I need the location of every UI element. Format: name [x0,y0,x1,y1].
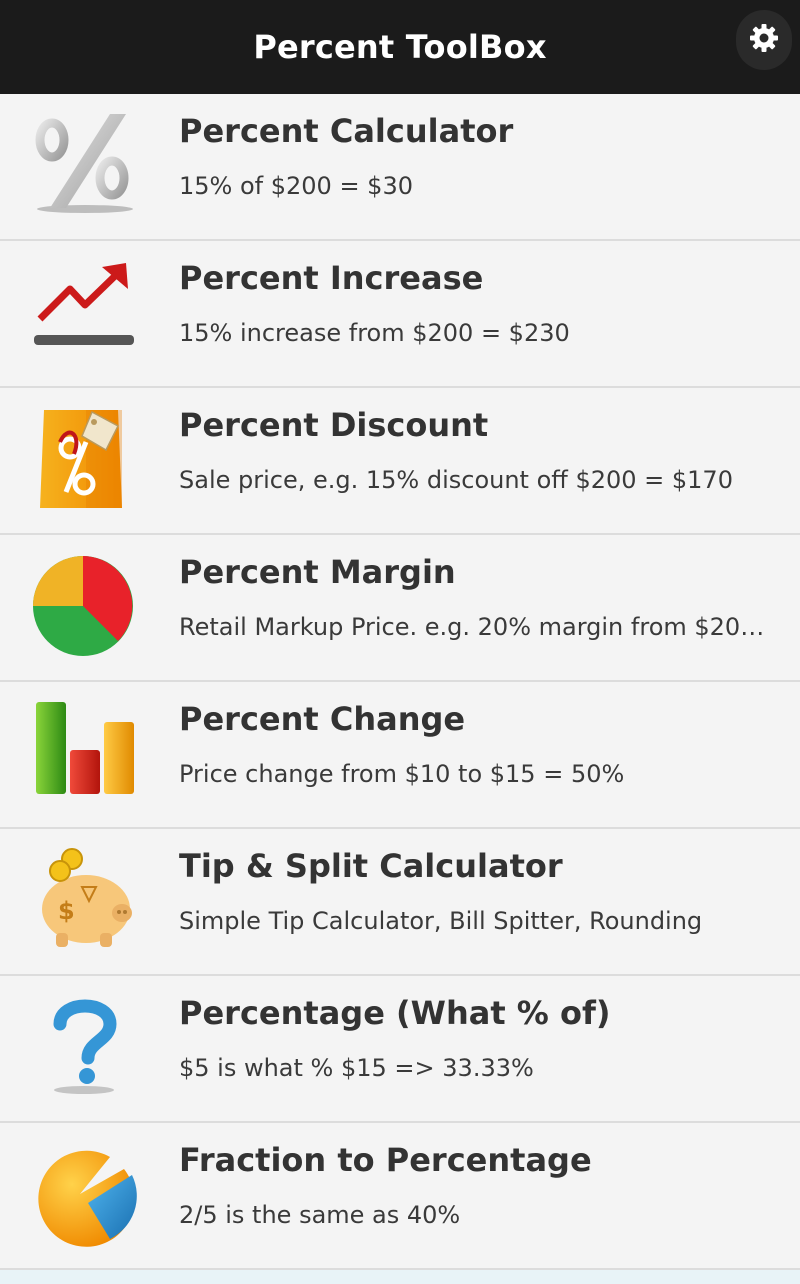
svg-text:$: $ [58,897,75,925]
list-item-percentage-what-of[interactable]: Percentage (What % of) $5 is what % $15 … [0,976,800,1123]
bar-chart-icon [30,698,140,808]
trend-up-icon [30,257,140,367]
fraction-pie-icon [30,1139,140,1249]
item-subtitle: 15% increase from $200 = $230 [179,319,570,347]
item-subtitle: Retail Markup Price. e.g. 20% margin fro… [179,613,776,641]
item-title: Percent Calculator [179,112,514,150]
shopping-bag-icon [30,404,140,514]
item-subtitle: Simple Tip Calculator, Bill Spitter, Rou… [179,907,703,935]
settings-button[interactable] [736,10,792,70]
gear-icon [748,22,780,58]
bottom-strip [0,1270,800,1284]
tool-list: Percent Calculator 15% of $200 = $30 Per… [0,94,800,1270]
app-title: Percent ToolBox [253,28,547,66]
app-bar: Percent ToolBox [0,0,800,94]
list-item-percent-calculator[interactable]: Percent Calculator 15% of $200 = $30 [0,94,800,241]
list-item-percent-discount[interactable]: Percent Discount Sale price, e.g. 15% di… [0,388,800,535]
item-title: Percent Margin [179,553,456,591]
percent-sign-icon [30,110,140,220]
item-title: Tip & Split Calculator [179,847,563,885]
item-title: Percent Increase [179,259,484,297]
item-subtitle: 15% of $200 = $30 [179,172,413,200]
list-item-fraction-to-percentage[interactable]: Fraction to Percentage 2/5 is the same a… [0,1123,800,1270]
list-item-tip-split-calculator[interactable]: $ Tip & Split Calculator Simple Tip Calc… [0,829,800,976]
item-subtitle: 2/5 is the same as 40% [179,1201,461,1229]
pie-chart-icon [30,551,140,661]
item-title: Percent Discount [179,406,489,444]
list-item-percent-margin[interactable]: Percent Margin Retail Markup Price. e.g.… [0,535,800,682]
item-title: Percentage (What % of) [179,994,611,1032]
question-mark-icon [30,992,140,1102]
item-title: Percent Change [179,700,466,738]
item-subtitle: Sale price, e.g. 15% discount off $200 =… [179,466,733,494]
item-subtitle: Price change from $10 to $15 = 50% [179,760,625,788]
item-subtitle: $5 is what % $15 => 33.33% [179,1054,534,1082]
piggy-bank-icon: $ [30,845,140,955]
item-title: Fraction to Percentage [179,1141,592,1179]
list-item-percent-change[interactable]: Percent Change Price change from $10 to … [0,682,800,829]
list-item-percent-increase[interactable]: Percent Increase 15% increase from $200 … [0,241,800,388]
